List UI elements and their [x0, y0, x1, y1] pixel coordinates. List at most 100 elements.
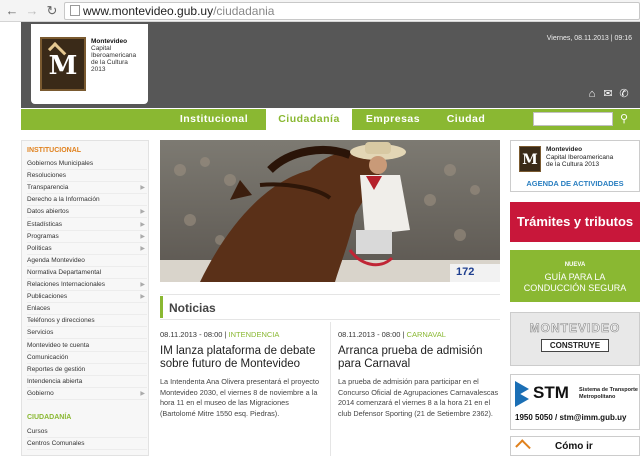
sidebar-item[interactable]: Teléfonos y direcciones: [27, 315, 147, 328]
sidebar-item[interactable]: Transparencia ▶: [27, 182, 147, 195]
logo-text: Montevideo Capital Iberoamericana de la …: [91, 38, 147, 73]
reload-icon[interactable]: ↻: [44, 3, 60, 19]
hero-image[interactable]: 172: [160, 140, 500, 282]
stm-logo-icon: [515, 381, 529, 407]
sidebar-item[interactable]: Gobiernos Municipales: [27, 158, 147, 170]
guia-text: GUÍA PARA LA CONDUCCIÓN SEGURA: [510, 272, 640, 294]
construye-label: CONSTRUYE: [541, 339, 609, 352]
agenda-label: AGENDA DE ACTIVIDADES: [526, 179, 624, 188]
article-2-date: 08.11.2013 - 08:00: [338, 330, 401, 339]
sidebar-item-label: Cursos: [27, 428, 48, 435]
article-2-body: La prueba de admisión para participar en…: [338, 377, 499, 418]
url-path: /ciudadania: [213, 4, 275, 18]
tramites-banner[interactable]: Trámites y tributos: [510, 202, 640, 242]
sidebar-item[interactable]: Enlaces: [27, 303, 147, 316]
agenda-banner[interactable]: M Montevideo Capital Iberoamericana de l…: [510, 140, 640, 192]
sidebar-item-label: Comunicación: [27, 353, 69, 361]
chevron-right-icon: ▶: [140, 185, 145, 192]
sidebar-item-label: Gobierno: [27, 389, 54, 397]
sidebar-item[interactable]: Datos abiertos ▶: [27, 206, 147, 219]
agenda-logo-text: Montevideo Capital Iberoamericana de la …: [546, 146, 613, 169]
sidebar-item-label: Montevideo te cuenta: [27, 341, 90, 349]
agenda-logo-icon: M: [519, 146, 541, 172]
sidebar-item[interactable]: Comunicación: [27, 352, 147, 364]
sidebar-item-label: Publicaciones: [27, 293, 68, 301]
chevron-right-icon: ▶: [140, 245, 145, 252]
sidebar-item-label: Intendencia abierta: [27, 377, 83, 385]
sidebar-item[interactable]: Derecho a la Información: [27, 194, 147, 207]
chevron-right-icon: ▶: [140, 233, 145, 240]
sidebar-item[interactable]: Montevideo te cuenta: [27, 340, 147, 352]
tramites-label: Trámites y tributos: [516, 214, 634, 229]
tab-empresas[interactable]: Empresas: [358, 109, 428, 130]
sidebar-item-label: Estadísticas: [27, 220, 63, 228]
chevron-right-icon: ▶: [140, 294, 145, 301]
page-icon: [70, 5, 80, 16]
logo-emblem: M: [40, 37, 86, 91]
sidebar-item[interactable]: Políticas ▶: [27, 243, 147, 255]
address-bar[interactable]: www.montevideo.gub.uy/ciudadania: [64, 2, 640, 20]
article-2-meta: 08.11.2013 - 08:00 | CARNAVAL: [338, 330, 446, 339]
tab-ciudad[interactable]: Ciudad: [438, 109, 494, 130]
sidebar-section-ciudadania: CIUDADANÍA: [27, 414, 72, 421]
logo-letter: M: [48, 51, 78, 81]
sidebar-item[interactable]: Centros Comunales: [27, 438, 147, 451]
mail-icon[interactable]: ✉: [602, 88, 614, 100]
agenda-logo-line-1: Montevideo: [546, 146, 583, 153]
article-1-body: La Intendenta Ana Olivera presentará el …: [160, 377, 320, 418]
stm-desc: Sistema de Transporte Metropolitano: [579, 387, 638, 401]
sidebar-item-label: Enlaces: [27, 305, 51, 313]
sidebar-item-label: Relaciones Internacionales: [27, 281, 106, 288]
sidebar-item[interactable]: Intendencia abierta: [27, 376, 147, 388]
home-icon[interactable]: ⌂: [586, 88, 598, 100]
chevron-right-icon: ▶: [140, 390, 145, 397]
sidebar-item[interactable]: Cursos: [27, 426, 147, 438]
search-icon[interactable]: ⚲: [617, 111, 631, 127]
sidebar-item-label: Programas: [27, 232, 59, 240]
sidebar-item-label: Políticas: [27, 244, 52, 252]
forward-icon[interactable]: →: [24, 3, 40, 19]
header-icons: ⌂ ✉ ✆: [586, 88, 632, 102]
sidebar-item[interactable]: Agenda Montevideo: [27, 255, 147, 267]
sidebar-item[interactable]: Reportes de gestión: [27, 364, 147, 376]
sidebar-section-institucional: INSTITUCIONAL: [27, 147, 82, 154]
article-1-title[interactable]: IM lanza plataforma de debate sobre futu…: [160, 345, 325, 371]
phone-icon[interactable]: ✆: [618, 88, 630, 100]
sidebar-item[interactable]: Resoluciones: [27, 170, 147, 183]
sidebar-item[interactable]: Estadísticas ▶: [27, 219, 147, 231]
sidebar-item-label: Normativa Departamental: [27, 268, 102, 276]
article-1-category[interactable]: INTENDENCIA: [229, 330, 280, 339]
back-icon[interactable]: ←: [4, 3, 20, 19]
sidebar-item[interactable]: Servicios: [27, 327, 147, 340]
logo-line-4: de la Cultura: [91, 59, 128, 66]
sidebar-item[interactable]: Publicaciones ▶: [27, 291, 147, 304]
como-ir-banner[interactable]: Cómo ir: [510, 436, 640, 456]
guia-line-1: GUÍA PARA LA: [544, 272, 606, 282]
sidebar-item-label: Gobiernos Municipales: [27, 160, 94, 167]
sidebar-item-label: Resoluciones: [27, 172, 67, 180]
header-datetime: Viernes, 08.11.2013 | 09:16: [546, 35, 632, 42]
guia-new: NUEVA: [564, 262, 586, 268]
logo-line-3: Iberoamericana: [91, 52, 137, 59]
article-2-title[interactable]: Arranca prueba de admisión para Carnaval: [338, 345, 503, 371]
tab-institucional[interactable]: Institucional: [170, 109, 258, 130]
logo-line-5: 2013: [91, 66, 106, 73]
tab-ciudadania[interactable]: Ciudadanía: [266, 109, 352, 130]
article-2-category[interactable]: CARNAVAL: [407, 330, 446, 339]
sidebar-item-label: Datos abiertos: [27, 208, 69, 216]
construye-banner[interactable]: MONTEVIDEO CONSTRUYE: [510, 312, 640, 366]
guia-banner[interactable]: NUEVA GUÍA PARA LA CONDUCCIÓN SEGURA: [510, 250, 640, 302]
sidebar-item-label: Servicios: [27, 329, 54, 337]
search-input[interactable]: [533, 112, 613, 126]
sidebar-item[interactable]: Relaciones Internacionales ▶: [27, 279, 147, 291]
sidebar-item[interactable]: Gobierno ▶: [27, 388, 147, 400]
article-1-date: 08.11.2013 - 08:00: [160, 330, 223, 339]
sidebar-item[interactable]: Programas ▶: [27, 231, 147, 243]
stm-banner[interactable]: STM Sistema de Transporte Metropolitano …: [510, 374, 640, 430]
agenda-logo-line-2: Capital Iberoamericana: [546, 153, 614, 161]
sidebar-item[interactable]: Normativa Departamental: [27, 267, 147, 279]
chevron-right-icon: ▶: [140, 282, 145, 288]
sidebar-item-label: Teléfonos y direcciones: [27, 317, 95, 325]
chevron-right-icon: ▶: [140, 221, 145, 228]
url-host: www.montevideo.gub.uy: [83, 4, 214, 18]
